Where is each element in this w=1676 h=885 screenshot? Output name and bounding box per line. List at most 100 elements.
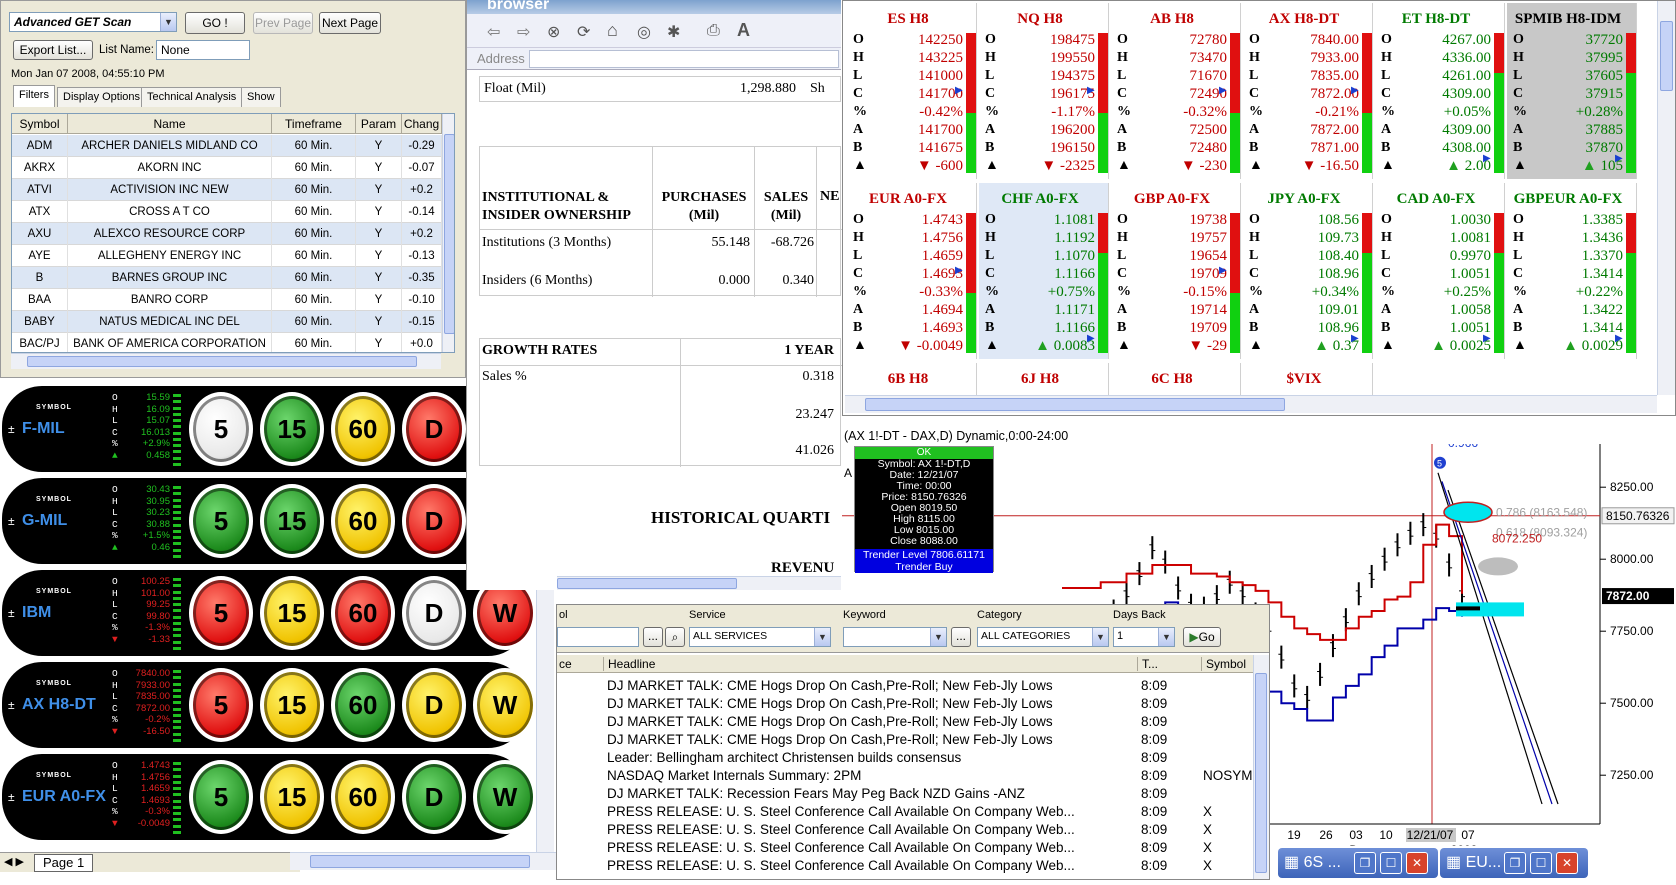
scan-select[interactable]: Advanced GET Scan ▼ — [9, 12, 177, 32]
column-header-headline[interactable]: Headline — [603, 657, 1103, 671]
search-icon[interactable]: ◎ — [637, 22, 651, 42]
maximize-icon[interactable]: ☐ — [1380, 852, 1402, 874]
table-row[interactable]: ATVI ACTIVISION INC NEW 60 Min. Y +0.2 — [12, 179, 442, 201]
timeframe-signal-d[interactable]: D — [402, 668, 466, 742]
symbol-browse-button[interactable]: ... — [643, 627, 663, 647]
scroll-thumb[interactable] — [865, 398, 1285, 411]
horizontal-scrollbar[interactable] — [845, 395, 1657, 413]
table-row[interactable]: AXU ALEXCO RESOURCE CORP 60 Min. Y +0.2 — [12, 223, 442, 245]
lookup-icon[interactable]: ⌕ — [665, 627, 685, 647]
table-row[interactable]: BAA BANRO CORP 60 Min. Y -0.10 — [12, 289, 442, 311]
quote-cell[interactable]: 6J H8 — [979, 363, 1109, 397]
next-page-button[interactable]: Next Page — [319, 12, 381, 34]
signal-gauge-row[interactable]: SYMBOL ± G-MIL O H L C% ▲ 30.43 30.95 30.23 30.88 +1… — [2, 478, 537, 564]
timeframe-signal-d[interactable]: D — [402, 760, 466, 834]
chevron-down-icon[interactable]: ▼ — [930, 628, 946, 646]
export-list-button[interactable]: Export List... — [13, 40, 93, 60]
address-input[interactable] — [529, 50, 839, 68]
quote-cell[interactable]: SPMIB H8-IDM O H L C% A B ▲ 37720 37995 37605 37915… — [1507, 3, 1637, 179]
timeframe-signal-15[interactable]: 15 — [260, 668, 324, 742]
close-icon[interactable]: ✕ — [1556, 852, 1578, 874]
timeframe-signal-d[interactable]: D — [402, 392, 466, 466]
close-icon[interactable]: ✕ — [1406, 852, 1428, 874]
quote-cell[interactable]: EUR A0-FX O H L C% A B ▲ 1.4743 1.4756 1.4659 1.469… — [847, 183, 977, 359]
tab-display-options[interactable]: Display Options — [57, 87, 147, 107]
timeframe-signal-w[interactable]: W — [473, 668, 537, 742]
timeframe-signal-60[interactable]: 60 — [331, 760, 395, 834]
column-header-timeframe[interactable]: Timeframe — [272, 114, 356, 134]
timeframe-signal-60[interactable]: 60 — [331, 484, 395, 558]
timeframe-signal-60[interactable]: 60 — [331, 392, 395, 466]
timeframe-signal-15[interactable]: 15 — [260, 760, 324, 834]
symbol-filter-input[interactable] — [557, 627, 639, 647]
scroll-thumb[interactable] — [1255, 673, 1267, 873]
news-row[interactable]: Leader: Bellingham architect Christensen… — [607, 749, 1253, 767]
news-row[interactable]: DJ MARKET TALK: CME Hogs Drop On Cash,Pr… — [607, 695, 1253, 713]
news-row[interactable]: DJ MARKET TALK: CME Hogs Drop On Cash,Pr… — [607, 731, 1253, 749]
restore-icon[interactable]: ❐ — [1354, 852, 1376, 874]
chevron-down-icon[interactable]: ▼ — [1158, 628, 1174, 646]
news-row[interactable]: DJ MARKET TALK: CME Hogs Drop On Cash,Pr… — [607, 677, 1253, 695]
quote-cell[interactable]: GBPEUR A0-FX O H L C% A B ▲ 1.3385 1.3436 1.3370 1.… — [1507, 183, 1637, 359]
news-go-button[interactable]: ▶Go — [1183, 627, 1221, 647]
timeframe-signal-5[interactable]: 5 — [189, 392, 253, 466]
table-row[interactable]: ATX CROSS A T CO 60 Min. Y -0.14 — [12, 201, 442, 223]
signal-gauge-row[interactable]: SYMBOL ± AX H8-DT O H L C% ▼ 7840.00 7933.00 7835.… — [2, 662, 537, 748]
font-size-icon[interactable]: A — [737, 20, 750, 41]
scroll-thumb[interactable] — [1660, 21, 1673, 91]
column-header-symbol[interactable]: Symbol — [12, 114, 68, 134]
column-header-name[interactable]: Name — [68, 114, 272, 134]
quote-cell[interactable]: CAD A0-FX O H L C% A B ▲ 1.0030 1.0081 0.9970 1.005… — [1375, 183, 1505, 359]
quote-cell[interactable]: CHF A0-FX O H L C% A B ▲ 1.1081 1.1192 1.1070 1.116… — [979, 183, 1109, 359]
column-header-param[interactable]: Param — [356, 114, 402, 134]
go-button[interactable]: GO ! — [185, 12, 245, 34]
restore-icon[interactable]: ❐ — [1504, 852, 1526, 874]
timeframe-signal-15[interactable]: 15 — [260, 392, 324, 466]
service-select[interactable]: ALL SERVICES ▼ — [689, 627, 831, 647]
vertical-scrollbar[interactable] — [1253, 655, 1269, 879]
horizontal-scrollbar[interactable] — [11, 353, 441, 369]
column-header-change[interactable]: Chang — [402, 114, 442, 134]
vertical-scrollbar[interactable] — [1657, 1, 1675, 395]
quote-cell[interactable]: AX H8-DT O H L C% A B ▲ 7840.00 7933.00 7835.00 787… — [1243, 3, 1373, 179]
table-row[interactable]: AYE ALLEGHENY ENERGY INC 60 Min. Y -0.13 — [12, 245, 442, 267]
scroll-thumb[interactable] — [27, 356, 417, 367]
timeframe-signal-15[interactable]: 15 — [260, 484, 324, 558]
news-row[interactable]: NASDAQ Market Internals Summary: 2PM 8:09… — [607, 767, 1253, 785]
days-back-select[interactable]: 1 ▼ — [1113, 627, 1175, 647]
expand-icon[interactable]: ± — [8, 698, 15, 712]
news-row[interactable]: PRESS RELEASE: U. S. Steel Conference Ca… — [607, 821, 1253, 839]
news-row[interactable]: DJ MARKET TALK: CME Hogs Drop On Cash,Pr… — [607, 713, 1253, 731]
maximize-icon[interactable]: ☐ — [1530, 852, 1552, 874]
quote-cell[interactable]: ET H8-DT O H L C% A B ▲ 4267.00 4336.00 4261.00 430… — [1375, 3, 1505, 179]
expand-icon[interactable]: ± — [8, 422, 15, 436]
stop-icon[interactable]: ⊗ — [547, 22, 560, 42]
table-row[interactable]: AKRX AKORN INC 60 Min. Y -0.07 — [12, 157, 442, 179]
table-row[interactable]: BAC/PJ BANK OF AMERICA CORPORATION 60 Min.… — [12, 333, 442, 352]
timeframe-signal-w[interactable]: W — [473, 760, 537, 834]
chevron-down-icon[interactable]: ▼ — [1092, 628, 1108, 646]
favorites-icon[interactable]: ✱ — [667, 22, 680, 42]
taskbar-item-eu[interactable]: ▦ EU... ❐ ☐ ✕ — [1440, 848, 1588, 878]
refresh-icon[interactable]: ⟳ — [577, 22, 590, 42]
timeframe-signal-5[interactable]: 5 — [189, 760, 253, 834]
timeframe-signal-5[interactable]: 5 — [189, 668, 253, 742]
timeframe-signal-5[interactable]: 5 — [189, 484, 253, 558]
column-header-symbol[interactable]: Symbol — [1201, 657, 1253, 671]
home-icon[interactable]: ⌂ — [607, 20, 618, 41]
quote-cell[interactable]: ES H8 O H L C% A B ▲ 142250 143225 141000 141700 -0.… — [847, 3, 977, 179]
signal-gauge-row[interactable]: SYMBOL ± EUR A0-FX O H L C% ▼ 1.4743 1.4756 1.4659… — [2, 754, 537, 840]
signal-gauge-row[interactable]: SYMBOL ± IBM O H L C% ▼ 100.25 101.00 99.25 99.80 -1… — [2, 570, 537, 656]
horizontal-scrollbar[interactable] — [290, 852, 556, 870]
news-row[interactable]: DJ MARKET TALK: Recession Fears May Peg … — [607, 785, 1253, 803]
tab-page-1[interactable]: Page 1 — [34, 854, 94, 872]
column-header-time[interactable]: T... — [1137, 657, 1197, 671]
scroll-thumb[interactable] — [310, 855, 530, 868]
timeframe-signal-60[interactable]: 60 — [331, 668, 395, 742]
table-row[interactable]: ADM ARCHER DANIELS MIDLAND CO 60 Min. Y -0.2… — [12, 135, 442, 157]
print-icon[interactable]: ⎙ — [707, 22, 720, 40]
vertical-scrollbar[interactable] — [442, 114, 454, 352]
back-arrow-icon[interactable]: ⇦ — [487, 22, 500, 42]
keyword-select[interactable]: ▼ — [843, 627, 947, 647]
category-select[interactable]: ALL CATEGORIES ▼ — [977, 627, 1109, 647]
